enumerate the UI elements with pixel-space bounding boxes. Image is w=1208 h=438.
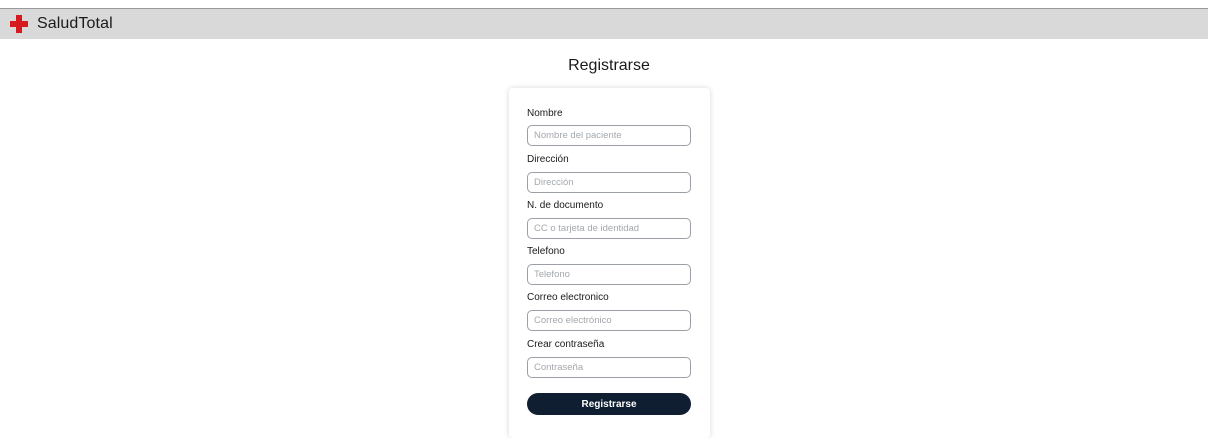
medical-cross-icon xyxy=(10,15,28,33)
name-input[interactable] xyxy=(527,125,691,146)
name-label: Nombre xyxy=(527,108,563,119)
document-number-input[interactable] xyxy=(527,218,691,239)
document-number-label: N. de documento xyxy=(527,200,604,211)
phone-label: Telefono xyxy=(527,246,565,257)
register-button[interactable]: Registrarse xyxy=(527,393,691,415)
email-label: Correo electronico xyxy=(527,292,609,303)
page-title: Registrarse xyxy=(568,57,650,74)
phone-input[interactable] xyxy=(527,264,691,285)
password-label: Crear contraseña xyxy=(527,339,605,350)
top-navbar: SaludTotal xyxy=(0,8,1208,39)
address-label: Dirección xyxy=(527,154,569,165)
brand[interactable]: SaludTotal xyxy=(10,15,113,33)
address-input[interactable] xyxy=(527,172,691,193)
register-form: Nombre Dirección N. de documento Telefon… xyxy=(509,88,710,438)
brand-name: SaludTotal xyxy=(37,15,113,32)
password-input[interactable] xyxy=(527,357,691,378)
email-input[interactable] xyxy=(527,310,691,331)
